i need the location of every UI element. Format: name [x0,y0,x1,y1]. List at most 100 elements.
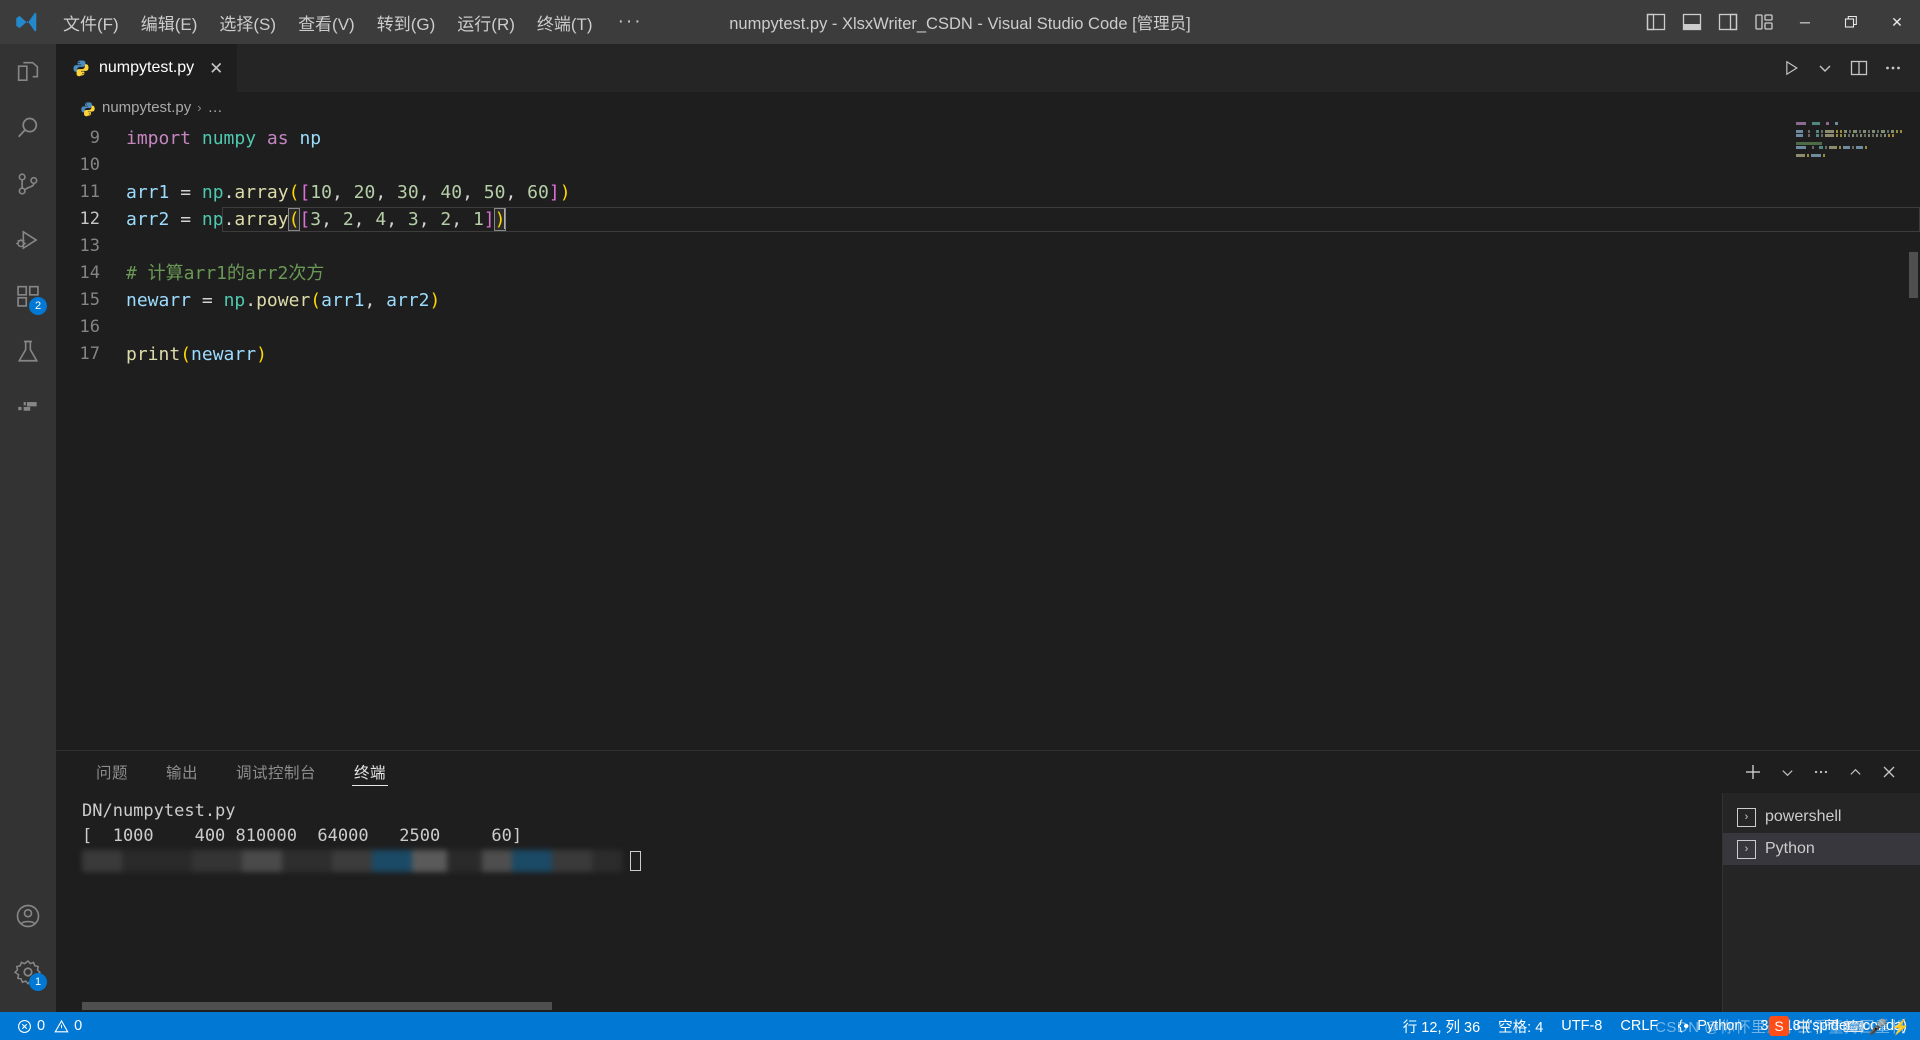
maximize-panel-icon[interactable] [1838,751,1872,793]
new-terminal-icon[interactable] [1736,751,1770,793]
code-line[interactable]: 10 [56,152,1920,179]
minimap-token [1796,142,1822,145]
code-line[interactable]: 16 [56,314,1920,341]
window-close-button[interactable]: ✕ [1874,0,1920,44]
terminal-chevron-down-icon[interactable] [1770,751,1804,793]
code-token: arr1 [126,182,170,203]
minimap-token [1900,130,1903,133]
tab-numpytest-py[interactable]: numpytest.py ✕ [56,44,239,92]
breadcrumb-file[interactable]: numpytest.py [102,99,191,116]
code-token: ( [180,344,192,365]
tab-close-icon[interactable]: ✕ [209,60,223,77]
menu-view[interactable]: 查看(V) [287,5,366,40]
minimap-token [1864,146,1867,149]
toggle-secondary-sidebar-icon[interactable] [1710,0,1746,44]
window-minimize-button[interactable]: ─ [1782,0,1828,44]
title-bar: 文件(F) 编辑(E) 选择(S) 查看(V) 转到(G) 运行(R) 终端(T… [0,0,1920,44]
run-python-file-icon[interactable] [1774,44,1808,92]
window-restore-button[interactable] [1828,0,1874,44]
status-cursor-position[interactable]: 行 12, 列 36 [1394,1016,1489,1037]
code-token: 3 [407,209,419,230]
toggle-primary-sidebar-icon[interactable] [1638,0,1674,44]
code-token: as [266,128,289,149]
toggle-panel-icon[interactable] [1674,0,1710,44]
close-panel-icon[interactable] [1872,751,1906,793]
minimap-token [1828,146,1838,149]
menu-edit[interactable]: 编辑(E) [130,5,209,40]
terminal-instance-python[interactable]: › Python [1723,833,1920,865]
tab-debug-console[interactable]: 调试控制台 [224,751,328,793]
terminal-instance-powershell[interactable]: › powershell [1723,801,1920,833]
sidebar-item-explorer[interactable] [0,44,56,100]
python-brackets-icon [1676,1018,1692,1034]
code-line[interactable]: 9 import numpy as np [56,125,1920,152]
sidebar-item-testing[interactable] [0,324,56,380]
terminal-instance-label: powershell [1765,808,1842,825]
code-line[interactable]: 14 # 计算arr1的arr2次方 [56,260,1920,287]
code-token: numpy [201,128,257,149]
editor-group: numpytest.py ✕ numpytest.py › … 9 import… [56,44,1920,1012]
sidebar-item-source-control[interactable] [0,156,56,212]
tab-output[interactable]: 输出 [154,751,210,793]
accounts-button[interactable] [0,888,56,944]
minimap-token [1891,134,1894,137]
code-line[interactable]: 12 arr2 = np.array([3, 2, 4, 3, 2, 1]) [56,206,1920,233]
code-token: print [126,344,181,365]
tab-terminal[interactable]: 终端 [342,751,398,793]
code-lines[interactable]: 9 import numpy as np 10 11 arr1 = np.array([… [56,122,1920,368]
code-line[interactable]: 11 arr1 = np.array([10, 20, 30, 40, 50, 6… [56,179,1920,206]
status-language-mode[interactable]: Python [1667,1018,1751,1034]
menu-terminal[interactable]: 终端(T) [526,5,604,40]
terminal-horizontal-scrollbar[interactable] [82,1002,552,1010]
minimap[interactable] [1796,122,1906,750]
minimap-token [1883,134,1886,137]
minimap-gap [1831,122,1833,125]
minimap-token [1825,134,1834,137]
editor-vertical-scrollbar[interactable] [1909,252,1918,298]
code-token: 10 [310,182,332,203]
code-token: , [451,209,473,230]
minimap-token [1811,122,1821,125]
vscode-window: 文件(F) 编辑(E) 选择(S) 查看(V) 转到(G) 运行(R) 终端(T… [0,0,1920,1040]
status-python-interpreter[interactable]: 3.9.18 ('spider': conda) [1751,1018,1916,1034]
minimap-token [1839,134,1842,137]
panel-more-actions-icon[interactable] [1804,751,1838,793]
status-indentation[interactable]: 空格: 4 [1489,1016,1552,1037]
code-editor[interactable]: 9 import numpy as np 10 11 arr1 = np.array([… [56,122,1920,750]
code-line[interactable]: 13 [56,233,1920,260]
menu-go[interactable]: 转到(G) [366,5,447,40]
tab-problems[interactable]: 问题 [84,751,140,793]
customize-layout-icon[interactable] [1746,0,1782,44]
code-token: ( [287,208,301,231]
menu-selection[interactable]: 选择(S) [208,5,287,40]
editor-tabs-bar: numpytest.py ✕ [56,44,1920,92]
run-options-chevron-down-icon[interactable] [1808,44,1842,92]
status-encoding[interactable]: UTF-8 [1552,1018,1611,1034]
sidebar-item-run-and-debug[interactable] [0,212,56,268]
sidebar-item-extensions[interactable]: 2 [0,268,56,324]
code-line[interactable]: 17 print(newarr) [56,341,1920,368]
status-eol[interactable]: CRLF [1611,1018,1667,1034]
code-token: , [331,182,354,203]
split-editor-icon[interactable] [1842,44,1876,92]
status-problems[interactable]: 0 0 [8,1018,91,1034]
panel-header: 问题 输出 调试控制台 终端 [56,751,1920,793]
terminal-output[interactable]: DN/numpytest.py [ 1000 400 810000 64000 … [56,793,1722,1012]
menu-run[interactable]: 运行(R) [446,5,526,40]
sidebar-item-remote-explorer[interactable] [0,380,56,436]
code-line[interactable]: 15 newarr = np.power(arr1, arr2) [56,287,1920,314]
menu-file[interactable]: 文件(F) [52,5,130,40]
code-scroll-region[interactable]: 9 import numpy as np 10 11 arr1 = np.array([… [56,122,1920,750]
minimap-token [1843,146,1851,149]
menu-bar[interactable]: 文件(F) 编辑(E) 选择(S) 查看(V) 转到(G) 运行(R) 终端(T… [52,5,657,40]
sidebar-item-search[interactable] [0,100,56,156]
breadcrumb-symbols[interactable]: … [208,99,223,116]
editor-more-actions-icon[interactable] [1876,44,1910,92]
breadcrumb[interactable]: numpytest.py › … [56,92,1920,122]
minimap-token [1811,146,1814,149]
minimap-token [1839,130,1842,133]
menu-overflow-icon[interactable]: ··· [604,9,657,35]
minimap-line [1796,126,1906,129]
manage-settings-button[interactable]: 1 [0,944,56,1000]
